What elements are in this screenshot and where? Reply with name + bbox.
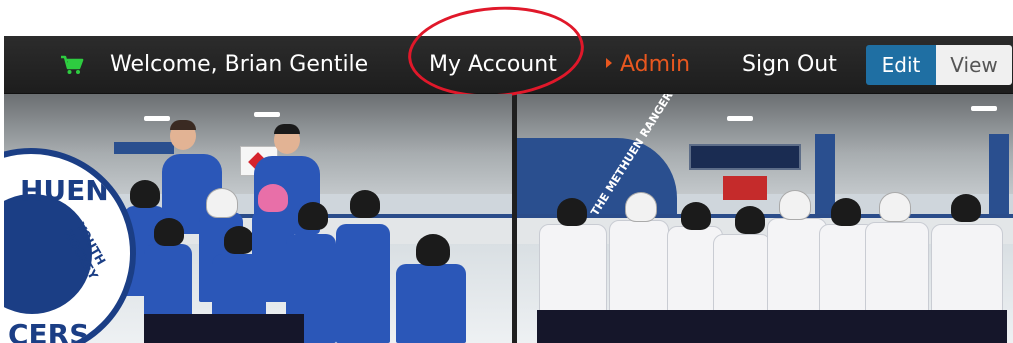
welcome-message: Welcome, Brian Gentile bbox=[110, 52, 369, 77]
edit-view-toggle: Edit View bbox=[866, 45, 1012, 85]
scoreboard bbox=[689, 144, 801, 170]
admin-link[interactable]: Admin bbox=[606, 36, 690, 94]
admin-label: Admin bbox=[620, 52, 691, 77]
caret-right-icon bbox=[606, 58, 612, 68]
logo-text-top: HUEN bbox=[20, 174, 109, 207]
sign-out-link[interactable]: Sign Out bbox=[742, 36, 837, 94]
view-mode-button[interactable]: View bbox=[936, 45, 1012, 85]
shopping-cart-icon[interactable] bbox=[60, 36, 86, 94]
team-photo-right: HOME OF THE METHUEN RANGERS bbox=[517, 94, 1013, 343]
team-photo-left: HUEN YOUTH HOCKEY CERS bbox=[4, 94, 512, 343]
logo-text-bottom: CERS bbox=[8, 318, 90, 343]
edit-mode-button[interactable]: Edit bbox=[866, 45, 936, 85]
